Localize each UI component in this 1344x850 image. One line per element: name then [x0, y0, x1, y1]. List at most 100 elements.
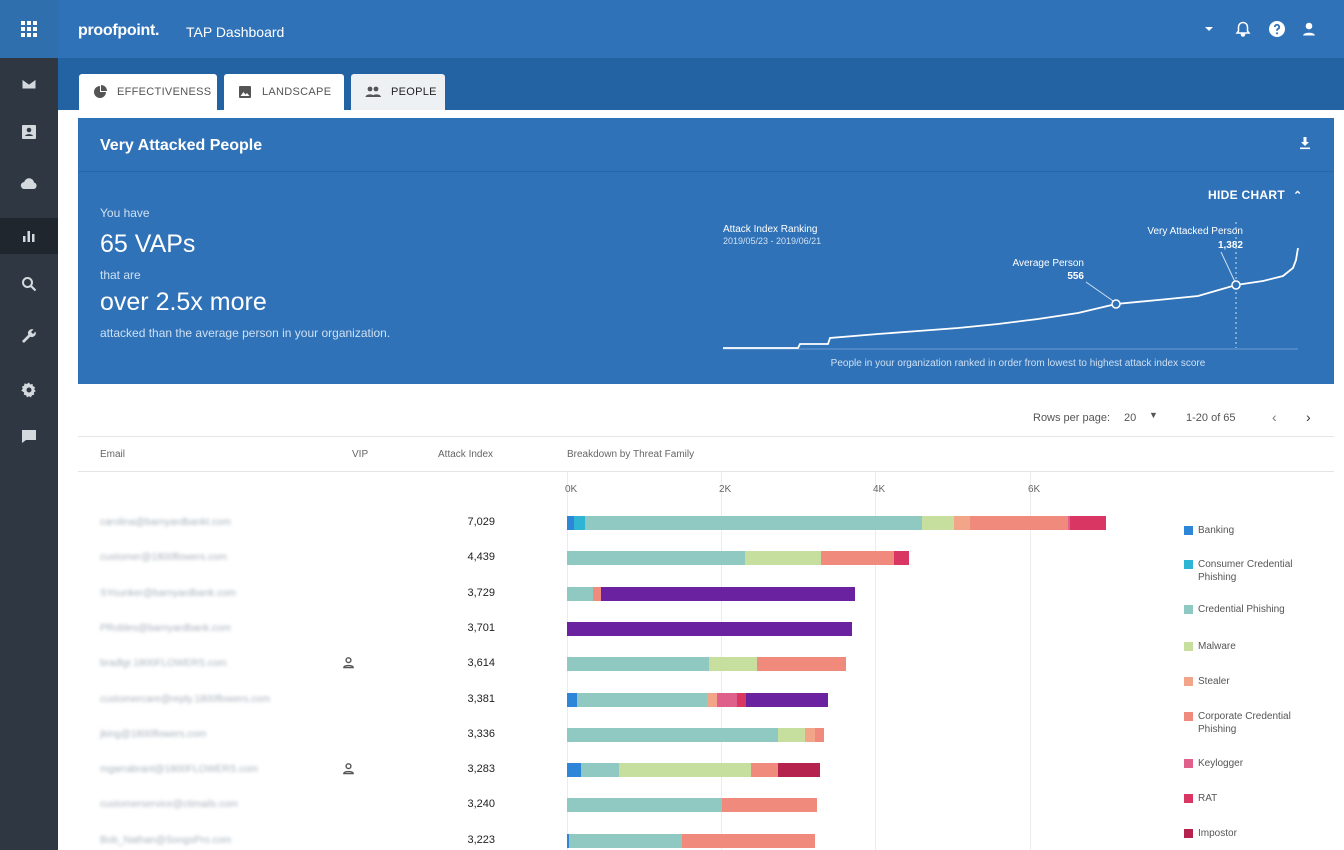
- gear-icon[interactable]: [0, 372, 58, 408]
- row-email[interactable]: customer@1800flowers.com: [100, 552, 227, 563]
- tab-landscape[interactable]: LANDSCAPE: [224, 74, 344, 110]
- tab-effectiveness[interactable]: EFFECTIVENESS: [79, 74, 217, 110]
- bar-segment[interactable]: [567, 622, 853, 636]
- caret-down-icon[interactable]: [1198, 18, 1220, 40]
- bar-segment[interactable]: [569, 834, 682, 848]
- bar-segment[interactable]: [567, 657, 709, 671]
- bar-segment[interactable]: [756, 657, 846, 671]
- bar-segment[interactable]: [814, 728, 825, 742]
- bar-segment[interactable]: [717, 693, 737, 707]
- download-icon[interactable]: [1298, 136, 1316, 154]
- bar-segment[interactable]: [745, 693, 828, 707]
- search-icon[interactable]: [0, 266, 58, 302]
- message-icon[interactable]: [0, 418, 58, 454]
- very-attacked-person-label: Very Attacked Person: [1147, 226, 1243, 237]
- bar-segment[interactable]: [722, 798, 817, 812]
- bar-segment[interactable]: [580, 763, 619, 777]
- bar-segment[interactable]: [970, 516, 1069, 530]
- row-email[interactable]: customerservice@ctimails.com: [100, 799, 238, 810]
- bar-segment[interactable]: [1070, 516, 1106, 530]
- bar-segment[interactable]: [681, 834, 816, 848]
- bar-segment[interactable]: [805, 728, 815, 742]
- legend-label: Banking: [1198, 525, 1235, 536]
- image-icon: [239, 86, 251, 98]
- tab-people[interactable]: PEOPLE: [351, 74, 445, 110]
- threat-breakdown-bar[interactable]: [567, 587, 855, 601]
- chevron-right-icon[interactable]: ›: [1306, 409, 1311, 425]
- cloud-icon[interactable]: [0, 166, 58, 202]
- bar-segment[interactable]: [777, 763, 821, 777]
- threat-breakdown-bar[interactable]: [567, 657, 846, 671]
- threat-breakdown-bar[interactable]: [567, 516, 1106, 530]
- bar-segment[interactable]: [573, 516, 586, 530]
- top-app-bar: proofpoint. TAP Dashboard: [58, 0, 1344, 58]
- bar-segment[interactable]: [893, 551, 910, 565]
- bar-segment[interactable]: [750, 763, 778, 777]
- brand-logo: proofpoint.: [78, 22, 160, 39]
- rows-per-page-select[interactable]: 20: [1124, 412, 1136, 424]
- bar-segment[interactable]: [745, 551, 822, 565]
- user-icon[interactable]: [1298, 18, 1320, 40]
- mail-icon[interactable]: [0, 66, 58, 102]
- axis-tick-label: 4K: [873, 484, 886, 495]
- row-email[interactable]: bradlgr.1800FLOWERS.com: [100, 658, 227, 669]
- bar-segment[interactable]: [577, 693, 707, 707]
- threat-breakdown-bar[interactable]: [567, 551, 910, 565]
- row-email[interactable]: Bob_Nathan@SongsPro.com: [100, 835, 231, 846]
- bar-segment[interactable]: [567, 798, 722, 812]
- bar-segment[interactable]: [567, 693, 577, 707]
- bar-segment[interactable]: [821, 551, 894, 565]
- caret-down-icon[interactable]: ▼: [1149, 410, 1158, 420]
- row-email[interactable]: mgarrabrant@1800FLOWERS.com: [100, 764, 258, 775]
- row-email[interactable]: customercare@reply.1800flowers.com: [100, 694, 270, 705]
- threat-breakdown-bar[interactable]: [567, 693, 828, 707]
- row-attack-index: 3,701: [467, 622, 495, 634]
- hide-chart-button[interactable]: HIDE CHART ⌃: [1208, 188, 1303, 202]
- legend-swatch: [1184, 794, 1193, 803]
- legend-swatch: [1184, 560, 1193, 569]
- bar-segment[interactable]: [708, 657, 757, 671]
- threat-breakdown-bar[interactable]: [567, 728, 825, 742]
- bar-segment[interactable]: [593, 587, 601, 601]
- threat-breakdown-bar[interactable]: [567, 622, 853, 636]
- bar-segment[interactable]: [954, 516, 971, 530]
- wrench-icon[interactable]: [0, 318, 58, 354]
- bar-segment[interactable]: [600, 587, 855, 601]
- legend-label: RAT: [1198, 793, 1218, 804]
- threat-breakdown-bar[interactable]: [567, 834, 816, 848]
- bar-segment[interactable]: [567, 728, 778, 742]
- column-email[interactable]: Email: [100, 449, 125, 460]
- help-icon[interactable]: [1266, 18, 1288, 40]
- threat-breakdown-bar[interactable]: [567, 763, 821, 777]
- row-attack-index: 3,240: [467, 798, 495, 810]
- bar-segment[interactable]: [706, 693, 718, 707]
- bar-segment[interactable]: [618, 763, 751, 777]
- row-email[interactable]: jking@1800flowers.com: [100, 729, 206, 740]
- column-attack-index[interactable]: Attack Index: [438, 449, 493, 460]
- legend-swatch: [1184, 526, 1193, 535]
- attack-index-ranking-chart: Attack Index Ranking 2019/05/23 - 2019/0…: [723, 222, 1299, 369]
- axis-tick-label: 2K: [719, 484, 732, 495]
- chevron-left-icon[interactable]: ‹: [1272, 409, 1277, 425]
- row-email[interactable]: carolina@barnyardbankt.com: [100, 517, 231, 528]
- row-email[interactable]: SYounker@barnyardbank.com: [100, 588, 236, 599]
- bell-icon[interactable]: [1232, 18, 1254, 40]
- very-attacked-person-value: 1,382: [1218, 240, 1243, 251]
- apps-grid-icon[interactable]: [0, 0, 58, 58]
- bar-segment[interactable]: [736, 693, 746, 707]
- bar-segment[interactable]: [777, 728, 806, 742]
- row-email[interactable]: PRobles@barnyardbank.com: [100, 623, 231, 634]
- bar-segment[interactable]: [567, 763, 581, 777]
- bar-segment[interactable]: [567, 587, 594, 601]
- contact-card-icon[interactable]: [0, 114, 58, 150]
- bar-segment[interactable]: [567, 516, 574, 530]
- left-nav-rail: [0, 0, 58, 850]
- people-icon: [365, 86, 381, 97]
- bar-segment[interactable]: [921, 516, 955, 530]
- bar-segment[interactable]: [567, 551, 746, 565]
- column-vip[interactable]: VIP: [352, 449, 368, 460]
- bar-chart-icon[interactable]: [0, 218, 58, 254]
- threat-breakdown-bar[interactable]: [567, 798, 817, 812]
- row-attack-index: 3,614: [467, 657, 495, 669]
- bar-segment[interactable]: [585, 516, 922, 530]
